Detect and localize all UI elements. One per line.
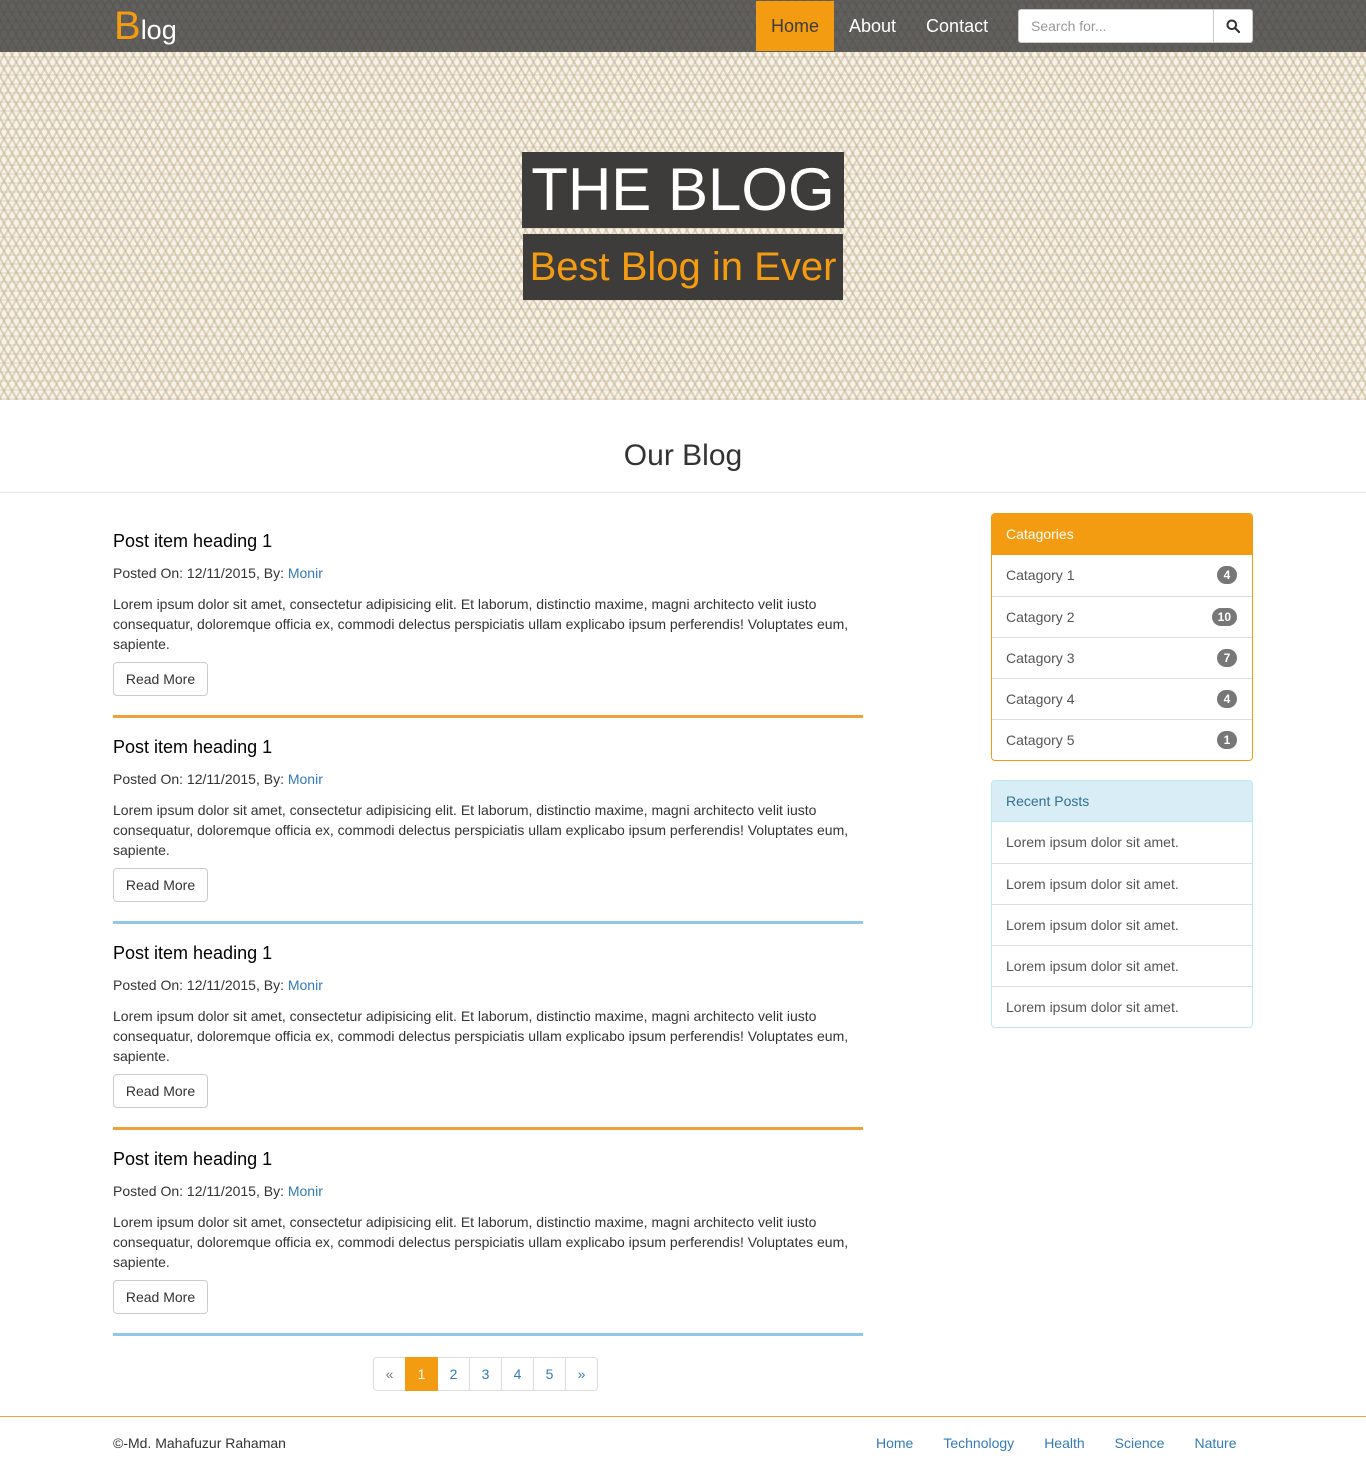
search-icon [1226, 19, 1240, 33]
footer: ©-Md. Mahafuzur Rahaman Home Technology … [0, 1416, 1366, 1467]
category-item[interactable]: Catagory 4 4 [992, 678, 1252, 719]
main-nav: Home About Contact [756, 1, 1003, 51]
hero-banner: Blog Home About Contact THE BLOG Best Bl… [0, 0, 1366, 400]
pagination-next[interactable]: » [565, 1357, 598, 1391]
read-more-button[interactable]: Read More [113, 1074, 208, 1108]
section-title: Our Blog [0, 400, 1366, 493]
category-label: Catagory 1 [1006, 567, 1075, 583]
recent-post-item[interactable]: Lorem ipsum dolor sit amet. [992, 904, 1252, 945]
nav-contact[interactable]: Contact [911, 1, 1003, 51]
recent-post-item[interactable]: Lorem ipsum dolor sit amet. [992, 863, 1252, 904]
category-item[interactable]: Catagory 2 10 [992, 596, 1252, 637]
post-item: Post item heading 1 Posted On: 12/11/201… [113, 513, 863, 719]
category-count-badge: 1 [1217, 731, 1237, 749]
pagination-page-1[interactable]: 1 [405, 1357, 438, 1391]
nav-home[interactable]: Home [756, 1, 834, 51]
post-list: Post item heading 1 Posted On: 12/11/201… [113, 513, 863, 1337]
read-more-button[interactable]: Read More [113, 1280, 208, 1314]
footer-copyright: ©-Md. Mahafuzur Rahaman [113, 1435, 286, 1451]
recent-posts-panel: Recent Posts Lorem ipsum dolor sit amet.… [991, 780, 1253, 1028]
post-author-link[interactable]: Monir [288, 977, 323, 993]
categories-panel-title: Catagories [992, 514, 1252, 555]
post-body: Lorem ipsum dolor sit amet, consectetur … [113, 596, 849, 652]
footer-link-health[interactable]: Health [1044, 1435, 1084, 1451]
search-button[interactable] [1214, 9, 1253, 43]
category-label: Catagory 5 [1006, 732, 1075, 748]
post-heading[interactable]: Post item heading 1 [113, 943, 272, 964]
post-meta-date: Posted On: 12/11/2015, By: [113, 977, 288, 993]
footer-link-nature[interactable]: Nature [1194, 1435, 1236, 1451]
post-meta-date: Posted On: 12/11/2015, By: [113, 771, 288, 787]
pagination-page-3[interactable]: 3 [469, 1357, 502, 1391]
post-author-link[interactable]: Monir [288, 1183, 323, 1199]
recent-post-item[interactable]: Lorem ipsum dolor sit amet. [992, 986, 1252, 1027]
post-meta-date: Posted On: 12/11/2015, By: [113, 565, 288, 581]
categories-list: Catagory 1 4 Catagory 2 10 Catagory 3 7 Cat… [992, 555, 1252, 760]
post-item: Post item heading 1 Posted On: 12/11/201… [113, 925, 863, 1131]
pagination: « 1 2 3 4 5 » [373, 1357, 598, 1391]
pagination-page-4[interactable]: 4 [501, 1357, 534, 1391]
category-item[interactable]: Catagory 5 1 [992, 719, 1252, 760]
post-meta-date: Posted On: 12/11/2015, By: [113, 1183, 288, 1199]
footer-link-technology[interactable]: Technology [943, 1435, 1014, 1451]
nav-about[interactable]: About [834, 1, 911, 51]
post-heading[interactable]: Post item heading 1 [113, 531, 272, 552]
post-heading[interactable]: Post item heading 1 [113, 737, 272, 758]
footer-link-science[interactable]: Science [1115, 1435, 1165, 1451]
read-more-button[interactable]: Read More [113, 662, 208, 696]
category-label: Catagory 4 [1006, 691, 1075, 707]
post-divider [113, 921, 863, 924]
footer-links: Home Technology Health Science Nature [876, 1435, 1237, 1451]
brand-logo[interactable]: Blog [114, 2, 177, 50]
read-more-button[interactable]: Read More [113, 868, 208, 902]
category-item[interactable]: Catagory 1 4 [992, 555, 1252, 596]
recent-posts-list: Lorem ipsum dolor sit amet. Lorem ipsum … [992, 822, 1252, 1027]
recent-posts-panel-title: Recent Posts [992, 781, 1252, 822]
post-divider [113, 1333, 863, 1336]
hero-subtitle: Best Blog in Ever [523, 234, 843, 300]
search-form [1018, 9, 1253, 43]
pagination-prev[interactable]: « [373, 1357, 406, 1391]
category-label: Catagory 2 [1006, 609, 1075, 625]
category-count-badge: 4 [1217, 690, 1237, 708]
category-count-badge: 7 [1217, 649, 1237, 667]
brand-rest: log [140, 15, 177, 45]
footer-link-home[interactable]: Home [876, 1435, 913, 1451]
post-heading[interactable]: Post item heading 1 [113, 1149, 272, 1170]
category-label: Catagory 3 [1006, 650, 1075, 666]
post-divider [113, 715, 863, 718]
post-item: Post item heading 1 Posted On: 12/11/201… [113, 1131, 863, 1337]
post-body: Lorem ipsum dolor sit amet, consectetur … [113, 1214, 849, 1270]
post-meta: Posted On: 12/11/2015, By: Monir [113, 1183, 323, 1199]
navbar: Blog Home About Contact [0, 0, 1366, 52]
post-author-link[interactable]: Monir [288, 771, 323, 787]
post-meta: Posted On: 12/11/2015, By: Monir [113, 977, 323, 993]
category-count-badge: 10 [1211, 608, 1237, 626]
recent-post-item[interactable]: Lorem ipsum dolor sit amet. [992, 945, 1252, 986]
post-item: Post item heading 1 Posted On: 12/11/201… [113, 719, 863, 925]
category-item[interactable]: Catagory 3 7 [992, 637, 1252, 678]
post-meta: Posted On: 12/11/2015, By: Monir [113, 771, 323, 787]
post-divider [113, 1127, 863, 1130]
categories-panel: Catagories Catagory 1 4 Catagory 2 10 Cata… [991, 513, 1253, 761]
search-input[interactable] [1018, 9, 1214, 43]
brand-first-letter: B [114, 4, 141, 48]
post-body: Lorem ipsum dolor sit amet, consectetur … [113, 1008, 849, 1064]
post-body: Lorem ipsum dolor sit amet, consectetur … [113, 802, 849, 858]
pagination-page-2[interactable]: 2 [437, 1357, 470, 1391]
post-meta: Posted On: 12/11/2015, By: Monir [113, 565, 323, 581]
category-count-badge: 4 [1217, 566, 1237, 584]
pagination-page-5[interactable]: 5 [533, 1357, 566, 1391]
post-author-link[interactable]: Monir [288, 565, 323, 581]
recent-post-item[interactable]: Lorem ipsum dolor sit amet. [992, 822, 1252, 863]
hero-title: THE BLOG [522, 152, 844, 228]
